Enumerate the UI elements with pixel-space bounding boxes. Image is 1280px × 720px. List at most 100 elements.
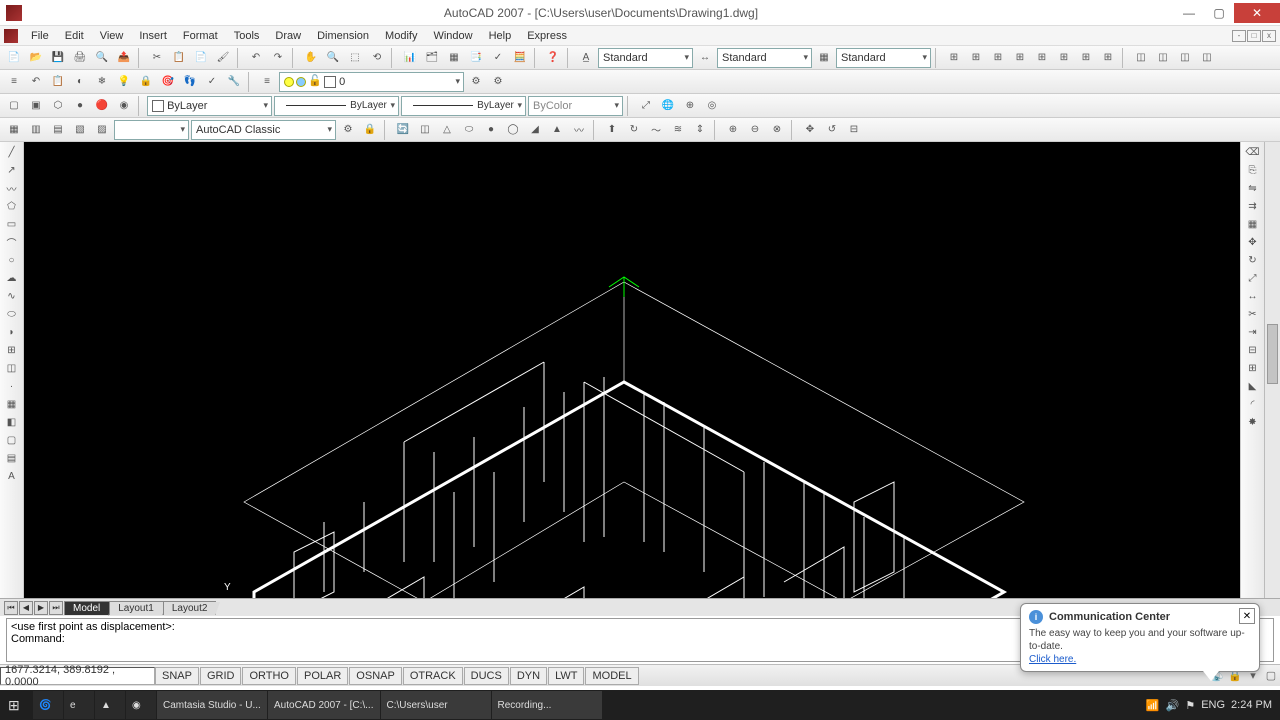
pyramid-icon[interactable]: ▲: [547, 120, 567, 140]
layer-tool-3[interactable]: ⚙: [488, 72, 508, 92]
explode-icon[interactable]: ✸: [1243, 414, 1263, 431]
mdi-close-button[interactable]: x: [1262, 30, 1276, 42]
xref-icon-6[interactable]: ⊞: [1054, 48, 1074, 68]
coordinates-readout[interactable]: 1677.3214, 389.8192 , 0.0000: [0, 667, 155, 685]
layer-tool-button[interactable]: 🔧: [224, 72, 244, 92]
stretch-icon[interactable]: ↔: [1243, 288, 1263, 305]
ucs-button-2[interactable]: 🌐: [658, 96, 678, 116]
taskbar-app-2[interactable]: AutoCAD 2007 - [C:\...: [268, 691, 380, 719]
xline-icon[interactable]: ↗: [2, 162, 22, 179]
zoom-rt-button[interactable]: 🔍: [323, 48, 343, 68]
revolve-icon[interactable]: ↻: [624, 120, 644, 140]
toggle-ortho[interactable]: ORTHO: [242, 667, 296, 685]
extend-icon[interactable]: ⇥: [1243, 324, 1263, 341]
plot-button[interactable]: 🖨: [70, 48, 90, 68]
tray-icon-net[interactable]: 📶: [1146, 699, 1160, 712]
menu-format[interactable]: Format: [176, 28, 225, 44]
revcloud-icon[interactable]: ☁: [2, 270, 22, 287]
toggle-model[interactable]: MODEL: [585, 667, 638, 685]
mdi-minimize-button[interactable]: -: [1232, 30, 1246, 42]
menu-edit[interactable]: Edit: [58, 28, 91, 44]
menu-file[interactable]: File: [24, 28, 56, 44]
xref-icon-8[interactable]: ⊞: [1098, 48, 1118, 68]
ellipsearc-icon[interactable]: ◗: [2, 324, 22, 341]
taskbar-app-1[interactable]: Camtasia Studio - U...: [157, 691, 267, 719]
properties-button[interactable]: 📊: [400, 48, 420, 68]
drawing-canvas[interactable]: Y: [24, 142, 1240, 598]
toolpalette-button[interactable]: ▦: [444, 48, 464, 68]
table-icon[interactable]: ▤: [2, 450, 22, 467]
3dmove-icon[interactable]: ✥: [800, 120, 820, 140]
array-icon[interactable]: ▦: [1243, 216, 1263, 233]
trim-icon[interactable]: ✂: [1243, 306, 1263, 323]
orbit-button[interactable]: 🔄: [393, 120, 413, 140]
help-button[interactable]: ❓: [543, 48, 563, 68]
pan-button[interactable]: ✋: [301, 48, 321, 68]
scale-icon[interactable]: ⤢: [1243, 270, 1263, 287]
rotate-icon[interactable]: ↻: [1243, 252, 1263, 269]
ws-combo-small[interactable]: [114, 120, 189, 140]
xref-icon[interactable]: ⊞: [944, 48, 964, 68]
taskbar-icon-chrome[interactable]: ◉: [126, 691, 156, 719]
ucs-button-3[interactable]: ⊕: [680, 96, 700, 116]
copy-icon[interactable]: ⎘: [1243, 162, 1263, 179]
chamfer-icon[interactable]: ◣: [1243, 378, 1263, 395]
ws-settings-button[interactable]: ⚙: [338, 120, 358, 140]
layer-freeze-button[interactable]: ❄: [92, 72, 112, 92]
taskbar-app-4[interactable]: Recording...: [492, 691, 602, 719]
ws-icon-1[interactable]: ▦: [4, 120, 24, 140]
polygon-icon[interactable]: ⬠: [2, 198, 22, 215]
hatch-icon[interactable]: ▦: [2, 396, 22, 413]
scrollbar-vertical[interactable]: [1264, 142, 1280, 598]
tab-last-button[interactable]: ⏭: [49, 601, 63, 615]
tray-time[interactable]: 2:24 PM: [1231, 699, 1272, 711]
subtract-icon[interactable]: ⊖: [745, 120, 765, 140]
block-icon[interactable]: ◫: [1131, 48, 1151, 68]
ws-icon-5[interactable]: ▨: [92, 120, 112, 140]
toggle-snap[interactable]: SNAP: [155, 667, 199, 685]
preview-button[interactable]: 🔍: [92, 48, 112, 68]
dimstyle-icon[interactable]: ↔: [695, 48, 715, 68]
break-icon[interactable]: ⊟: [1243, 342, 1263, 359]
toggle-polar[interactable]: POLAR: [297, 667, 348, 685]
layer-off-button[interactable]: 💡: [114, 72, 134, 92]
lineweight-combo[interactable]: ByLayer: [401, 96, 526, 116]
insert-icon[interactable]: ⊞: [2, 342, 22, 359]
workspace-combo[interactable]: AutoCAD Classic: [191, 120, 336, 140]
fillet-icon[interactable]: ◜: [1243, 396, 1263, 413]
mdi-restore-button[interactable]: □: [1247, 30, 1261, 42]
menu-view[interactable]: View: [93, 28, 131, 44]
ws-save-button[interactable]: 🔒: [360, 120, 380, 140]
viewport-button[interactable]: ▢: [4, 96, 24, 116]
render-icon[interactable]: 🔴: [92, 96, 112, 116]
menu-window[interactable]: Window: [426, 28, 479, 44]
tablestyle-combo[interactable]: Standard: [836, 48, 931, 68]
toggle-dyn[interactable]: DYN: [510, 667, 547, 685]
publish-button[interactable]: 📤: [114, 48, 134, 68]
union-icon[interactable]: ⊕: [723, 120, 743, 140]
color-combo[interactable]: ByLayer: [147, 96, 272, 116]
redo-button[interactable]: ↷: [268, 48, 288, 68]
taskbar-icon-1[interactable]: 🌀: [33, 691, 63, 719]
start-button[interactable]: ⊞: [2, 691, 32, 719]
erase-icon[interactable]: ⌫: [1243, 144, 1263, 161]
taskbar-icon-vlc[interactable]: ▲: [95, 691, 125, 719]
xref-icon-4[interactable]: ⊞: [1010, 48, 1030, 68]
matchprop-button[interactable]: 🖌: [213, 48, 233, 68]
sheetset-button[interactable]: 📑: [466, 48, 486, 68]
loft-icon[interactable]: ≋: [668, 120, 688, 140]
menu-express[interactable]: Express: [520, 28, 574, 44]
vs-icon[interactable]: ◉: [114, 96, 134, 116]
layer-walk-button[interactable]: 👣: [180, 72, 200, 92]
zoom-win-button[interactable]: ⬚: [345, 48, 365, 68]
menu-tools[interactable]: Tools: [227, 28, 267, 44]
paste-button[interactable]: 📄: [191, 48, 211, 68]
linetype-combo[interactable]: ByLayer: [274, 96, 399, 116]
3dalign-icon[interactable]: ⊟: [844, 120, 864, 140]
popup-link[interactable]: Click here.: [1029, 654, 1076, 665]
markup-button[interactable]: ✓: [488, 48, 508, 68]
menu-modify[interactable]: Modify: [378, 28, 424, 44]
mirror-icon[interactable]: ⇋: [1243, 180, 1263, 197]
cone-icon[interactable]: △: [437, 120, 457, 140]
taskbar-app-3[interactable]: C:\Users\user: [381, 691, 491, 719]
